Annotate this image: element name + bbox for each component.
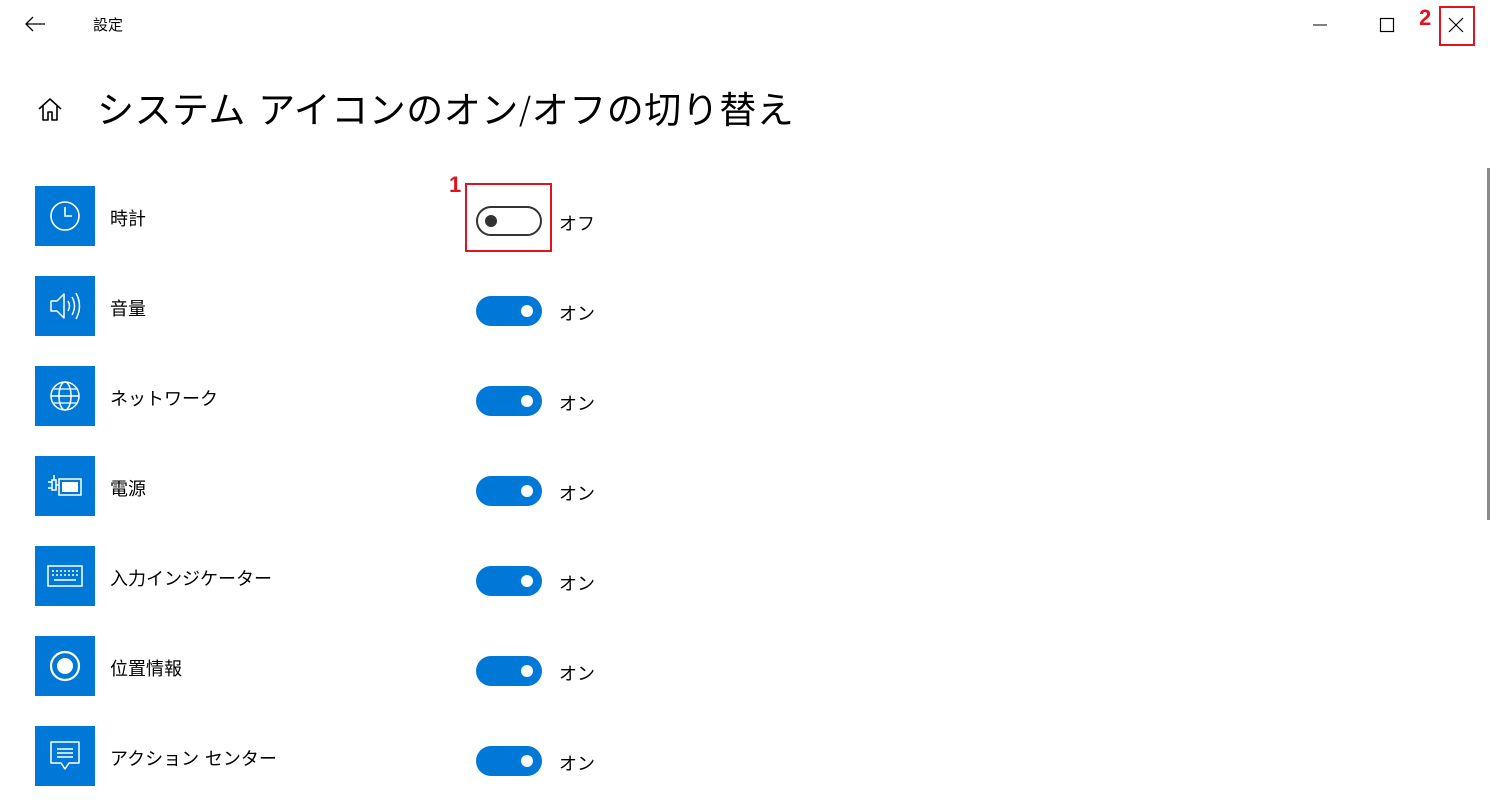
toggle-knob	[521, 575, 533, 587]
minimize-icon	[1313, 24, 1327, 26]
state-label-network: オン	[559, 394, 595, 415]
home-button[interactable]	[34, 92, 66, 126]
clock-icon	[50, 201, 80, 231]
power-battery-icon	[48, 475, 82, 496]
setting-label-action-center: アクション センター	[110, 749, 277, 770]
setting-row-input-indicator: 入力インジケーター オン	[0, 546, 1000, 606]
setting-row-location: 位置情報 オン	[0, 636, 1000, 696]
state-label-action-center: オン	[559, 754, 595, 775]
toggle-knob	[521, 395, 533, 407]
location-icon	[49, 650, 81, 682]
keyboard-icon	[47, 565, 83, 587]
maximize-button[interactable]	[1369, 8, 1405, 42]
tile-clock	[35, 186, 95, 246]
app-title: 設定	[93, 16, 124, 34]
state-label-input-indicator: オン	[559, 574, 595, 595]
setting-label-location: 位置情報	[110, 659, 182, 680]
back-arrow-icon	[25, 16, 45, 32]
tile-volume	[35, 276, 95, 336]
state-label-location: オン	[559, 664, 595, 685]
maximize-icon	[1379, 17, 1395, 33]
title-bar: 設定	[0, 0, 1490, 50]
toggle-network[interactable]	[476, 386, 542, 416]
toggle-knob	[521, 665, 533, 677]
setting-row-power: 電源 オン	[0, 456, 1000, 516]
toggle-volume[interactable]	[476, 296, 542, 326]
volume-icon	[50, 292, 81, 320]
setting-label-volume: 音量	[110, 299, 146, 320]
toggle-clock[interactable]	[476, 206, 542, 236]
setting-row-clock: 時計 オフ	[0, 186, 1000, 246]
action-center-icon	[50, 741, 80, 770]
tile-power	[35, 456, 95, 516]
toggle-location[interactable]	[476, 656, 542, 686]
setting-label-input-indicator: 入力インジケーター	[110, 569, 272, 590]
toggle-knob	[521, 755, 533, 767]
callout-number-2: 2	[1419, 5, 1432, 30]
setting-label-power: 電源	[110, 479, 146, 500]
tile-location	[35, 636, 95, 696]
toggle-input-indicator[interactable]	[476, 566, 542, 596]
toggle-action-center[interactable]	[476, 746, 542, 776]
state-label-clock: オフ	[559, 214, 595, 235]
page-title: システム アイコンのオン/オフの切り替え	[97, 89, 795, 132]
toggle-knob	[521, 485, 533, 497]
tile-input-indicator	[35, 546, 95, 606]
network-globe-icon	[50, 381, 80, 411]
setting-row-action-center: アクション センター オン	[0, 726, 1000, 786]
toggle-knob	[485, 215, 497, 227]
home-icon	[38, 98, 62, 121]
state-label-power: オン	[559, 484, 595, 505]
minimize-button[interactable]	[1302, 8, 1338, 42]
state-label-volume: オン	[559, 304, 595, 325]
setting-row-network: ネットワーク オン	[0, 366, 1000, 426]
setting-label-clock: 時計	[110, 209, 146, 230]
back-button[interactable]	[22, 10, 48, 38]
setting-label-network: ネットワーク	[110, 389, 218, 410]
toggle-knob	[521, 305, 533, 317]
toggle-power[interactable]	[476, 476, 542, 506]
tile-network	[35, 366, 95, 426]
setting-row-volume: 音量 オン	[0, 276, 1000, 336]
tile-action-center	[35, 726, 95, 786]
callout-box-close	[1439, 6, 1475, 46]
